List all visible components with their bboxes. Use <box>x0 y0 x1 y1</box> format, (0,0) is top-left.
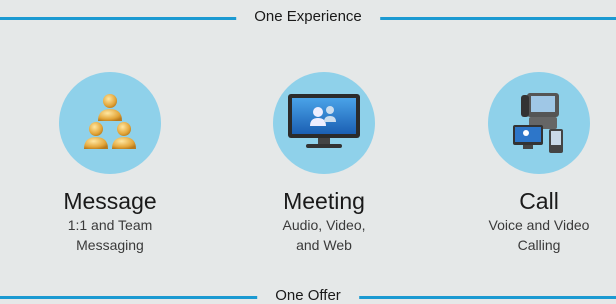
offering-subtitle-line2: Messaging <box>76 237 144 253</box>
offering-meeting: Meeting Audio, Video, and Web <box>224 72 424 254</box>
offering-title: Message <box>63 188 157 214</box>
devices-phone-icon <box>488 72 590 174</box>
banner-bottom-label: One Offer <box>257 287 359 304</box>
offerings-panel: One Experience Message 1:1 and Team Mess… <box>0 0 616 304</box>
offering-message: Message 1:1 and Team Messaging <box>10 72 210 254</box>
offering-call: Call Voice and Video Calling <box>439 72 616 254</box>
offering-subtitle-line2: Calling <box>517 237 561 253</box>
offering-subtitle-line1: Voice and Video <box>488 217 590 233</box>
offering-subtitle-line1: Audio, Video, <box>282 217 366 233</box>
video-display-icon <box>273 72 375 174</box>
offering-title: Call <box>519 188 559 214</box>
banner-top-label: One Experience <box>236 8 380 25</box>
people-group-icon <box>59 72 161 174</box>
offering-subtitle-line2: and Web <box>296 237 352 253</box>
offering-subtitle-line1: 1:1 and Team <box>67 217 153 233</box>
offering-title: Meeting <box>283 188 365 214</box>
